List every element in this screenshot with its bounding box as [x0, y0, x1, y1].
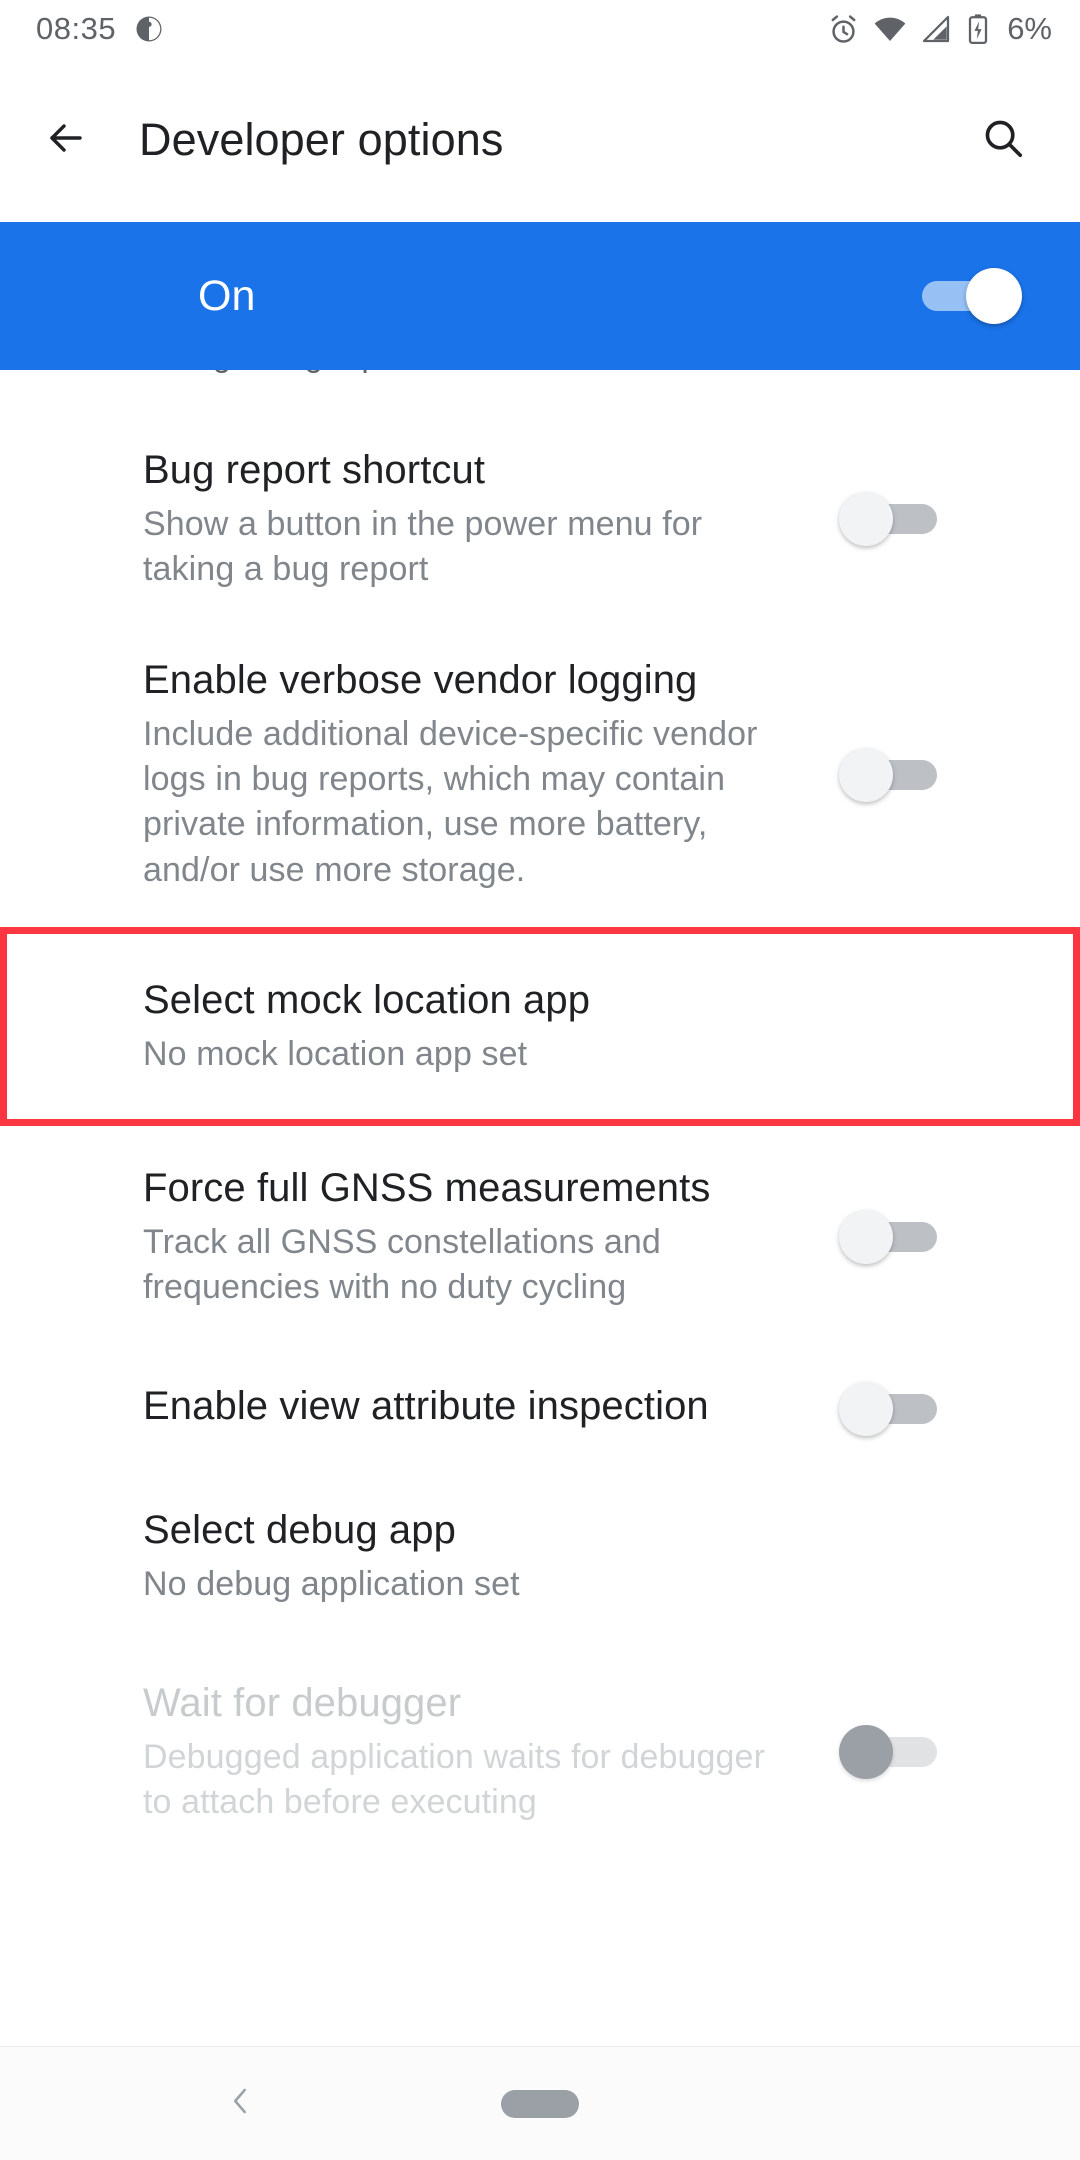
search-button[interactable]: [968, 105, 1038, 175]
list-item-bug-report-shortcut[interactable]: Bug report shortcut Show a button in the…: [0, 388, 1080, 626]
list-item-text: Enable view attribute inspection: [143, 1382, 803, 1431]
list-item-summary: Show a button in the power menu for taki…: [143, 504, 703, 589]
back-button[interactable]: [14, 114, 118, 167]
list-item-summary: Include additional device-specific vendo…: [143, 715, 758, 889]
list-item-select-debug-app[interactable]: Select debug app No debug application se…: [0, 1474, 1080, 1641]
clipped-previous-row-text: taking a bug report: [143, 370, 418, 374]
alarm-icon: [827, 13, 860, 46]
list-item-summary: No mock location app set: [143, 1034, 528, 1073]
master-toggle-label: On: [198, 271, 256, 320]
list-item-text: Enable verbose vendor logging Include ad…: [143, 656, 803, 893]
list-item-text: Bug report shortcut Show a button in the…: [143, 446, 803, 592]
app-bar: Developer options: [0, 58, 1080, 222]
back-arrow-icon: [42, 114, 90, 167]
switch-thumb: [839, 492, 893, 547]
search-icon: [980, 115, 1026, 166]
cellular-signal-icon: [920, 13, 952, 45]
list-item-text: Select mock location app No mock locatio…: [143, 976, 803, 1077]
switch-thumb: [839, 1382, 893, 1437]
battery-percent-label: 6%: [1007, 11, 1052, 46]
status-bar-right: 6%: [827, 11, 1052, 47]
list-item-wait-for-debugger[interactable]: Wait for debugger Debugged application w…: [0, 1641, 1080, 1859]
list-item-text: Select debug app No debug application se…: [143, 1506, 803, 1607]
list-item-title: Select debug app: [143, 1508, 456, 1553]
list-item-text: Wait for debugger Debugged application w…: [143, 1679, 803, 1825]
list-item-enable-view-attribute-inspection[interactable]: Enable view attribute inspection: [0, 1344, 1080, 1474]
list-item-title: Select mock location app: [143, 977, 591, 1022]
toggle-wait-for-debugger[interactable]: [839, 1725, 937, 1780]
list-item-title: Bug report shortcut: [143, 448, 486, 492]
phone-screen: 08:35 6% Developer options On Bug report…: [0, 0, 1080, 2160]
page-title: Developer options: [139, 114, 504, 165]
switch-thumb: [839, 747, 893, 802]
list-item-title: Enable view attribute inspection: [143, 1384, 709, 1429]
status-bar-left: 08:35: [36, 11, 164, 47]
master-switch-thumb: [966, 268, 1022, 324]
nav-back-button[interactable]: [210, 2074, 270, 2134]
battery-charging-icon: [965, 13, 991, 45]
list-item-text: Force full GNSS measurements Track all G…: [143, 1164, 803, 1310]
toggle-enable-verbose-vendor-logging[interactable]: [839, 747, 937, 802]
status-bar: 08:35 6%: [0, 0, 1080, 58]
chevron-left-icon: [221, 2082, 259, 2125]
list-item-summary: Track all GNSS constellations and freque…: [143, 1222, 661, 1306]
toggle-bug-report-shortcut[interactable]: [839, 492, 937, 547]
master-toggle-switch[interactable]: [922, 268, 1022, 324]
system-navigation-bar: [0, 2046, 1080, 2160]
toggle-enable-view-attribute-inspection[interactable]: [839, 1382, 937, 1437]
clipped-previous-row: taking a bug report: [0, 370, 1080, 388]
list-item-enable-verbose-vendor-logging[interactable]: Enable verbose vendor logging Include ad…: [0, 626, 1080, 927]
status-bar-clock: 08:35: [36, 11, 117, 46]
list-item-summary: No debug application set: [143, 1564, 520, 1603]
list-item-title: Force full GNSS measurements: [143, 1165, 711, 1210]
list-item-title: Wait for debugger: [143, 1681, 462, 1726]
list-item-select-mock-location-app[interactable]: Select mock location app No mock locatio…: [0, 926, 1080, 1126]
switch-thumb: [839, 1725, 893, 1780]
nav-home-pill[interactable]: [501, 2089, 579, 2118]
do-not-disturb-icon: [134, 14, 164, 44]
list-item-force-full-gnss-measurements[interactable]: Force full GNSS measurements Track all G…: [0, 1126, 1080, 1344]
toggle-force-full-gnss-measurements[interactable]: [839, 1210, 937, 1265]
wifi-icon: [873, 12, 907, 46]
list-item-title: Enable verbose vendor logging: [143, 658, 698, 703]
settings-list[interactable]: taking a bug report Bug report shortcut …: [0, 370, 1080, 2046]
switch-thumb: [839, 1210, 893, 1265]
developer-options-master-toggle-row[interactable]: On: [0, 222, 1080, 370]
list-item-summary: Debugged application waits for debugger …: [143, 1737, 765, 1822]
